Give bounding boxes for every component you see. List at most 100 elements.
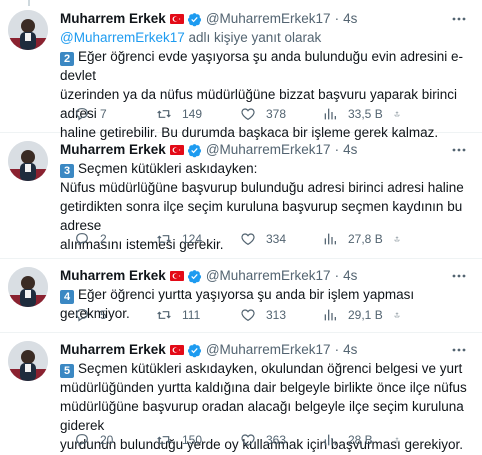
retweet-icon [157, 436, 171, 444]
share-icon [394, 111, 400, 117]
verified-badge-icon [187, 269, 201, 283]
tweet-time[interactable]: 4s [343, 141, 357, 159]
author-handle[interactable]: @MuharremErkek17 [206, 10, 331, 28]
like-button[interactable]: 313 [240, 305, 286, 325]
retweet-icon [157, 311, 171, 319]
tweet-line: Eğer öğrenci evde yaşıyorsa şu anda bulu… [60, 49, 463, 83]
reply-button[interactable]: 2 [74, 229, 107, 249]
heart-icon [241, 434, 255, 447]
tweet[interactable]: Muharrem Erkek @MuharremErkek17 · 4s 4 Eğ… [0, 259, 482, 333]
heart-icon [241, 108, 255, 121]
thread-line [28, 0, 30, 6]
turkey-flag-icon [169, 271, 184, 281]
tweet-time[interactable]: 4s [343, 341, 357, 359]
author-handle[interactable]: @MuharremErkek17 [206, 141, 331, 159]
share-button[interactable] [394, 104, 410, 124]
share-icon [394, 312, 400, 318]
share-button[interactable] [394, 229, 410, 249]
avatar[interactable] [8, 341, 48, 381]
number-badge: 3 [60, 164, 74, 178]
reply-count: 2 [100, 232, 107, 246]
more-dots-icon[interactable] [450, 10, 468, 28]
reply-icon [76, 309, 88, 322]
like-button[interactable]: 363 [240, 430, 286, 450]
number-badge: 5 [60, 364, 74, 378]
separator-dot: · [334, 142, 340, 157]
reply-icon [76, 434, 88, 447]
views-button[interactable]: 27,8 B [322, 229, 383, 249]
like-count: 378 [266, 107, 287, 121]
tweet-actions: 5 111 313 29,1 B [60, 305, 470, 325]
reply-count: 5 [100, 308, 107, 322]
retweet-button[interactable]: 111 [156, 305, 200, 325]
like-button[interactable]: 334 [240, 229, 286, 249]
views-chart-icon [324, 309, 336, 321]
reply-mention[interactable]: @MuharremErkek17 [60, 30, 185, 45]
author-name[interactable]: Muharrem Erkek [60, 267, 166, 285]
views-count: 29,1 B [348, 308, 383, 322]
views-button[interactable]: 29,1 B [322, 305, 383, 325]
retweet-button[interactable]: 149 [156, 104, 202, 124]
like-count: 334 [266, 232, 287, 246]
separator-dot: · [334, 268, 340, 283]
turkey-flag-icon [169, 345, 184, 355]
views-button[interactable]: 28 B [322, 430, 373, 450]
tweet-time[interactable]: 4s [343, 267, 357, 285]
reply-icon [76, 233, 88, 246]
more-dots-icon[interactable] [450, 267, 468, 285]
tweet-line: Seçmen kütükleri askıdayken, okulundan ö… [78, 361, 463, 376]
tweet[interactable]: Muharrem Erkek @MuharremErkek17 · 4s @Mu… [0, 0, 482, 140]
reply-suffix: adlı kişiye yanıt olarak [184, 30, 322, 45]
author-name[interactable]: Muharrem Erkek [60, 341, 166, 359]
share-button[interactable] [394, 305, 410, 325]
retweet-icon [157, 235, 171, 243]
tweet-line: müdürlüğünden yurtta kaldığına dair belg… [60, 380, 467, 395]
like-button[interactable]: 378 [240, 104, 286, 124]
avatar[interactable] [8, 267, 48, 307]
reply-count: 7 [100, 107, 107, 121]
like-count: 363 [266, 433, 287, 447]
tweet-line: Nüfus müdürlüğüne başvurup bulunduğu adr… [60, 180, 464, 195]
author-name[interactable]: Muharrem Erkek [60, 10, 166, 28]
avatar[interactable] [8, 10, 48, 50]
reply-button[interactable]: 5 [74, 305, 107, 325]
verified-badge-icon [187, 143, 201, 157]
tweet-header: Muharrem Erkek @MuharremErkek17 · 4s [60, 10, 357, 28]
reply-context: @MuharremErkek17 adlı kişiye yanıt olara… [60, 29, 321, 47]
retweet-button[interactable]: 150 [156, 430, 202, 450]
retweet-count: 149 [182, 107, 203, 121]
reply-icon [76, 108, 88, 121]
views-chart-icon [324, 434, 336, 446]
views-count: 33,5 B [348, 107, 383, 121]
views-count: 28 B [348, 433, 373, 447]
reply-button[interactable]: 7 [74, 104, 107, 124]
tweet[interactable]: Muharrem Erkek @MuharremErkek17 · 4s 5 Se… [0, 333, 482, 455]
turkey-flag-icon [169, 145, 184, 155]
more-dots-icon[interactable] [450, 341, 468, 359]
author-name[interactable]: Muharrem Erkek [60, 141, 166, 159]
number-badge: 2 [60, 52, 74, 66]
separator-dot: · [334, 11, 340, 26]
heart-icon [241, 309, 255, 322]
tweet-line: Seçmen kütükleri askıdayken: [78, 161, 258, 176]
verified-badge-icon [187, 343, 201, 357]
author-handle[interactable]: @MuharremErkek17 [206, 267, 331, 285]
tweet-time[interactable]: 4s [343, 10, 357, 28]
tweet-actions: 2 124 334 27,8 B [60, 229, 470, 249]
reply-button[interactable]: 20 [74, 430, 113, 450]
tweet-header: Muharrem Erkek @MuharremErkek17 · 4s [60, 141, 357, 159]
retweet-count: 150 [182, 433, 203, 447]
share-button[interactable] [394, 430, 410, 450]
more-dots-icon[interactable] [450, 141, 468, 159]
views-chart-icon [324, 108, 336, 120]
tweet-header: Muharrem Erkek @MuharremErkek17 · 4s [60, 267, 357, 285]
avatar[interactable] [8, 141, 48, 181]
tweet[interactable]: Muharrem Erkek @MuharremErkek17 · 4s 3 Se… [0, 133, 482, 259]
retweet-button[interactable]: 124 [156, 229, 202, 249]
tweet-actions: 7 149 378 33,5 B [60, 104, 470, 124]
like-count: 313 [266, 308, 287, 322]
views-button[interactable]: 33,5 B [322, 104, 383, 124]
verified-badge-icon [187, 12, 201, 26]
author-handle[interactable]: @MuharremErkek17 [206, 341, 331, 359]
tweet-text: 2 Eğer öğrenci evde yaşıyorsa şu anda bul… [60, 47, 470, 142]
